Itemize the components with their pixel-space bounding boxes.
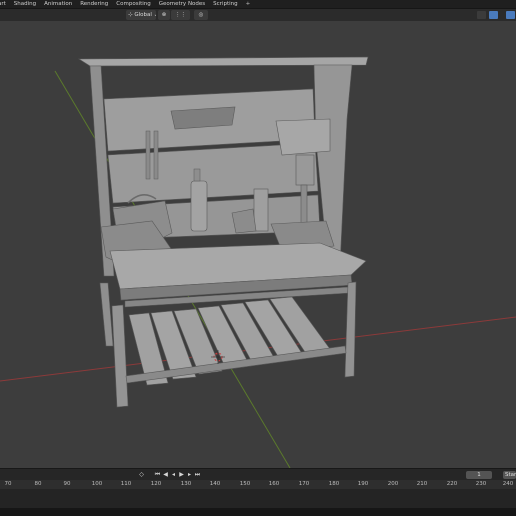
jump-start-icon[interactable]: ⏮: [154, 471, 161, 479]
ruler-tick: 90: [63, 481, 71, 487]
ruler-tick: 110: [120, 481, 132, 487]
pivot-point-button[interactable]: ⊗: [158, 10, 170, 20]
timeline-track[interactable]: [0, 489, 516, 508]
ruler-tick: 140: [209, 481, 221, 487]
pivot-point-icon: ⊗: [161, 12, 167, 18]
ruler-tick: 220: [446, 481, 458, 487]
snap-icon: ⋮⋮: [175, 12, 186, 18]
tab-geometry-nodes[interactable]: Geometry Nodes: [155, 0, 209, 9]
orientation-value: Global: [134, 12, 152, 18]
ruler-tick: 170: [298, 481, 310, 487]
transform-orientation-dropdown[interactable]: ⊹ Global ⌄: [126, 10, 156, 20]
proportional-editing-button[interactable]: ◎: [194, 10, 208, 20]
ruler-tick: 210: [416, 481, 428, 487]
viewport-header: ⊹ Global ⌄ ⊗ ⋮⋮ ◎: [0, 9, 516, 21]
chevron-down-icon: ⌄: [153, 12, 156, 18]
ruler-tick: 130: [180, 481, 192, 487]
3d-viewport[interactable]: [0, 21, 516, 468]
gizmo-toggle-icon[interactable]: [477, 11, 486, 19]
ruler-tick: 180: [328, 481, 340, 487]
workspace-bar: art Shading Animation Rendering Composit…: [0, 0, 516, 9]
ruler-tick: 70: [4, 481, 12, 487]
snap-button[interactable]: ⋮⋮: [171, 10, 190, 20]
ruler-tick: 80: [34, 481, 42, 487]
add-workspace-button[interactable]: +: [242, 0, 251, 9]
play-reverse-icon[interactable]: ◂: [170, 471, 177, 479]
scene-render: [0, 56, 516, 468]
prev-keyframe-icon[interactable]: ◀: [162, 471, 169, 479]
tab-compositing[interactable]: Compositing: [112, 0, 154, 9]
current-frame-field[interactable]: 1: [466, 471, 492, 479]
ruler-tick: 200: [387, 481, 399, 487]
ruler-tick: 150: [239, 481, 251, 487]
ruler-tick: 160: [268, 481, 280, 487]
play-icon[interactable]: ▶: [178, 471, 185, 479]
tab-animation[interactable]: Animation: [40, 0, 76, 9]
workbench-model[interactable]: [77, 56, 369, 408]
ruler-tick: 120: [150, 481, 162, 487]
overlay-toggle-icon[interactable]: [489, 11, 498, 19]
xray-toggle-icon[interactable]: [506, 11, 515, 19]
ruler-tick: 100: [91, 481, 103, 487]
proportional-editing-icon: ◎: [198, 12, 204, 18]
jump-end-icon[interactable]: ⏭: [194, 471, 201, 479]
transform-orientation-icon: ⊹: [128, 12, 133, 18]
workspace-tabs: art Shading Animation Rendering Composit…: [0, 0, 250, 9]
tab-rendering[interactable]: Rendering: [76, 0, 112, 9]
ruler-tick: 230: [475, 481, 487, 487]
tab-scripting[interactable]: Scripting: [209, 0, 241, 9]
start-frame-field[interactable]: Star: [503, 471, 516, 479]
tab-layout[interactable]: art: [0, 0, 10, 9]
ruler-tick: 190: [357, 481, 369, 487]
tab-shading[interactable]: Shading: [10, 0, 40, 9]
status-bar: [0, 508, 516, 516]
keyframe-icon[interactable]: ◇: [138, 471, 145, 479]
frame-ruler[interactable]: 70 80 90 100 110 120 130 140 150 160 170…: [0, 480, 516, 489]
timeline-header: ◇ ⏮ ◀ ◂ ▶ ▸ ⏭ 1 Star: [0, 468, 516, 480]
next-keyframe-icon[interactable]: ▸: [186, 471, 193, 479]
ruler-tick: 240: [502, 481, 514, 487]
